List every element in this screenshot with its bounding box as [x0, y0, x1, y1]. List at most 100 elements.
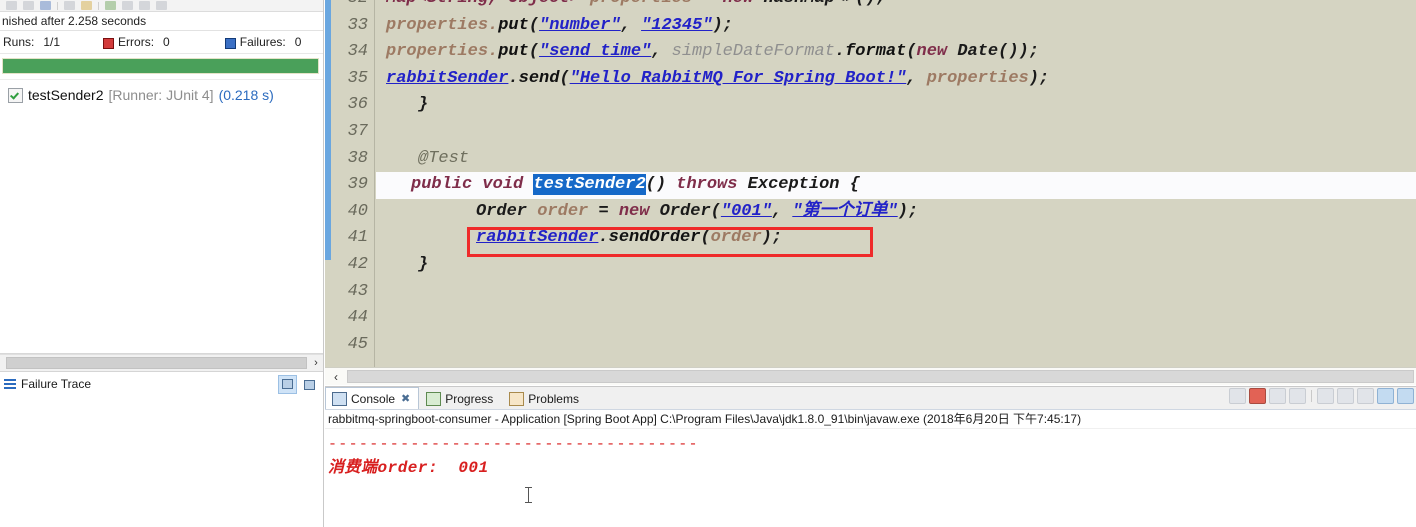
show-on-output-icon[interactable]: [1357, 388, 1374, 404]
editor-horizontal-scrollbar[interactable]: ‹: [325, 367, 1416, 385]
rerun-failed-icon[interactable]: [105, 1, 116, 10]
lock-scroll-icon[interactable]: [1337, 388, 1354, 404]
refresh-icon[interactable]: [1229, 388, 1246, 404]
code-token: =: [598, 201, 619, 221]
toolbar-separator: [1311, 390, 1312, 402]
display-selected-console-icon[interactable]: [1377, 388, 1394, 404]
code-line-33[interactable]: properties.put("number", "12345");: [376, 13, 1416, 40]
junit-results-tree[interactable]: testSender2 [Runner: JUnit 4] (0.218 s): [0, 80, 323, 354]
code-token: }: [418, 254, 429, 274]
line-number: 45: [347, 334, 368, 354]
toolbar-separator: [57, 1, 58, 10]
junit-toolbar: [0, 0, 323, 12]
remove-launch-icon[interactable]: [1269, 388, 1286, 404]
console-tab-bar: Console ✖ Progress Problems: [325, 387, 1416, 410]
show-failures-only-icon[interactable]: [40, 1, 51, 10]
compare-result-button[interactable]: [278, 374, 297, 394]
code-line-41[interactable]: rabbitSender.sendOrder(order);: [376, 225, 1416, 252]
test-name: testSender2: [28, 87, 104, 103]
junit-tree-horizontal-scrollbar[interactable]: ›: [0, 354, 323, 371]
code-token: "send_time": [539, 42, 652, 62]
console-output[interactable]: ------------------------------------ 消费端…: [325, 429, 1416, 503]
scroll-right-arrow-icon[interactable]: ›: [309, 357, 323, 369]
code-line-36[interactable]: }: [376, 92, 1416, 119]
failure-trace-header: Failure Trace: [0, 371, 323, 396]
errors-label: Errors:: [118, 35, 155, 49]
code-line-39[interactable]: public void testSender2() throws Excepti…: [376, 172, 1416, 199]
tab-label: Progress: [445, 391, 494, 406]
junit-view: nished after 2.258 seconds Runs: 1/1 Err…: [0, 0, 324, 527]
editor-code-area[interactable]: 32 33 34 35 36 37 38 39 40 41 42 43 44 45 Map<String,…: [325, 0, 1416, 368]
clear-console-icon[interactable]: [1317, 388, 1334, 404]
selected-identifier[interactable]: testSender2: [533, 174, 646, 196]
code-token: .: [834, 42, 846, 62]
tab-problems[interactable]: Problems: [502, 387, 588, 409]
editor-scrollbar-thumb[interactable]: [347, 370, 1414, 383]
minimize-view-icon[interactable]: [139, 1, 150, 10]
line-number: 32: [331, 0, 374, 13]
stop-test-icon[interactable]: [122, 1, 133, 10]
view-menu-button[interactable]: [300, 376, 319, 393]
code-line-37[interactable]: [376, 119, 1416, 146]
open-console-icon[interactable]: [1397, 388, 1414, 404]
failures-icon: [224, 37, 236, 49]
code-token: properties: [926, 68, 1029, 88]
code-token: (): [645, 175, 677, 195]
code-line-40[interactable]: Order order = new Order("001", "第一个订单");: [376, 199, 1416, 226]
line-number: 38: [347, 148, 368, 168]
previous-failure-icon[interactable]: [23, 1, 34, 10]
test-result-item[interactable]: testSender2 [Runner: JUnit 4] (0.218 s): [0, 85, 323, 105]
tab-console[interactable]: Console ✖: [325, 387, 420, 409]
editor-code-lines[interactable]: Map<String, Object> properties = new Has…: [376, 0, 1416, 368]
code-token: properties: [580, 0, 702, 8]
console-view: Console ✖ Progress Problems rabbitmq-spr…: [325, 386, 1416, 527]
code-line-38[interactable]: @Test: [376, 146, 1416, 173]
scrollbar-thumb[interactable]: [6, 357, 307, 369]
line-number: 37: [347, 121, 368, 141]
code-token: (: [906, 42, 917, 62]
code-line-32[interactable]: Map<String, Object> properties = new Has…: [376, 0, 1416, 13]
errors-icon: [103, 37, 115, 49]
code-token: public void: [411, 175, 534, 195]
code-token: );: [761, 228, 783, 248]
code-token: simpleDateFormat: [671, 42, 835, 62]
code-token: (: [528, 15, 540, 35]
close-icon[interactable]: ✖: [401, 392, 410, 405]
scroll-left-arrow-icon[interactable]: ‹: [325, 370, 347, 384]
scroll-lock-icon[interactable]: [64, 1, 75, 10]
java-source-editor[interactable]: 32 33 34 35 36 37 38 39 40 41 42 43 44 45 Map<String,…: [325, 0, 1416, 385]
code-token: HashMap<>();: [763, 0, 885, 8]
editor-line-number-gutter: 32 33 34 35 36 37 38 39 40 41 42 43 44 45: [331, 0, 375, 368]
code-line-42[interactable]: }: [376, 252, 1416, 279]
code-line-34[interactable]: properties.put("send_time", simpleDateFo…: [376, 39, 1416, 66]
tab-progress[interactable]: Progress: [419, 387, 502, 409]
junit-progress-fill: [3, 58, 318, 73]
failure-trace-label: Failure Trace: [21, 377, 92, 391]
code-line-35[interactable]: rabbitSender.send("Hello RabbitMQ For Sp…: [376, 66, 1416, 93]
code-token: throws: [676, 175, 748, 195]
console-icon: [332, 391, 347, 406]
progress-icon: [426, 391, 442, 406]
code-token: send: [518, 68, 560, 88]
maximize-view-icon[interactable]: [156, 1, 167, 10]
code-token: "001": [720, 201, 772, 221]
code-token: =: [702, 0, 722, 8]
code-token: put: [498, 42, 529, 62]
remove-all-launches-icon[interactable]: [1289, 388, 1306, 404]
failure-trace-body: [0, 396, 323, 496]
terminate-icon[interactable]: [1249, 388, 1266, 404]
console-toolbar: [1229, 388, 1414, 404]
code-token: format: [845, 42, 907, 62]
code-token: sendOrder: [608, 228, 701, 248]
code-token: Order: [476, 201, 538, 221]
code-token: (: [710, 201, 721, 221]
junit-status-line: nished after 2.258 seconds: [0, 12, 323, 31]
rerun-test-icon[interactable]: [81, 1, 92, 10]
line-number: 39: [347, 175, 368, 195]
code-token: }: [418, 95, 429, 115]
failure-trace-icon: [4, 379, 16, 389]
code-token: Order: [659, 201, 711, 221]
failures-value: 0: [294, 35, 302, 49]
code-token: rabbitSender: [476, 228, 599, 248]
next-failure-icon[interactable]: [6, 1, 17, 10]
